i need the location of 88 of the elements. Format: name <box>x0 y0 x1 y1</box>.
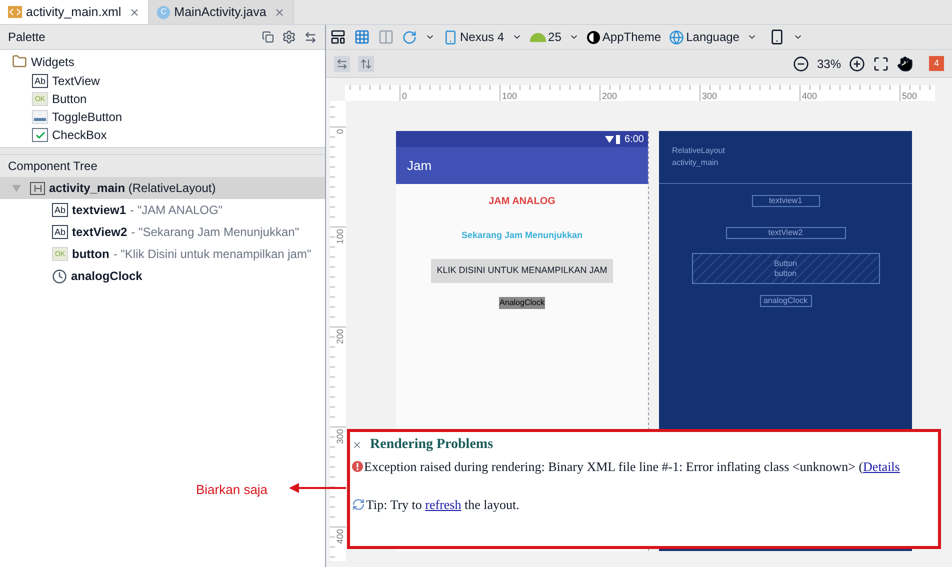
details-link[interactable]: Details <box>863 459 900 474</box>
status-time: 6:00 <box>624 132 644 146</box>
copy-icon[interactable] <box>262 31 274 43</box>
show-clock-button[interactable]: KLIK DISINI UNTUK MENAMPILKAN JAM <box>430 258 614 282</box>
app-bar: Jam <box>396 147 648 184</box>
blueprint-widget: analogClock <box>760 295 812 307</box>
device-dropdown[interactable]: Nexus 4 <box>460 28 504 46</box>
tree-item[interactable]: analogClock <box>0 265 325 287</box>
zoom-in-icon[interactable] <box>849 56 865 72</box>
folder-icon <box>12 54 27 69</box>
ruler-label: 100 <box>502 91 518 101</box>
api-dropdown[interactable]: 25 <box>548 28 562 46</box>
ruler-label: 0 <box>335 129 345 134</box>
blueprint-widget: textView2 <box>726 227 846 239</box>
tree-item[interactable]: activity_main (RelativeLayout) <box>0 177 325 199</box>
tab-label: MainActivity.java <box>174 4 266 21</box>
text-widget-icon: Ab <box>52 203 68 217</box>
ruler-label: 100 <box>335 229 345 244</box>
ruler-label: 200 <box>335 329 345 344</box>
checkbox-widget-icon <box>32 128 48 142</box>
language-dropdown[interactable]: Language <box>686 28 740 46</box>
close-icon[interactable] <box>274 6 286 18</box>
tree-detail: - "Sekarang Jam Menunjukkan" <box>131 224 300 241</box>
ruler-label: 400 <box>802 91 818 101</box>
text-widget-icon: Ab <box>52 225 68 239</box>
panel-title: Palette <box>8 29 46 46</box>
theme-dropdown[interactable]: AppTheme <box>602 28 662 46</box>
ruler-label: 200 <box>602 91 618 101</box>
clock-widget: AnalogClock <box>498 296 546 308</box>
blueprint-widget: textview1 <box>752 195 820 207</box>
heading-text: JAM ANALOG <box>488 195 556 209</box>
tree-label: button <box>72 246 110 263</box>
editor-tab[interactable]: C MainActivity.java <box>149 0 294 24</box>
tree-item[interactable]: Ab textView2 - "Sekarang Jam Menunjukkan" <box>0 221 325 243</box>
tree-detail: - "JAM ANALOG" <box>130 202 223 219</box>
blueprint-widget: Button button <box>692 253 880 284</box>
toggle-widget-icon <box>32 110 48 124</box>
ruler-label: 300 <box>335 429 345 444</box>
palette-group[interactable]: Widgets <box>0 51 325 72</box>
refresh-icon <box>352 498 365 511</box>
layout-icon[interactable] <box>330 29 346 45</box>
error-icon <box>352 461 363 472</box>
tree-item[interactable]: Ab textview1 - "JAM ANALOG" <box>0 199 325 221</box>
palette-item[interactable]: Ab TextView <box>0 72 325 90</box>
close-icon[interactable] <box>129 6 140 18</box>
ruler-label: 500 <box>902 91 918 101</box>
wifi-battery-icon <box>604 134 621 144</box>
palette-item[interactable]: ToggleButton <box>0 108 325 126</box>
tip-text: Tip: Try to refresh the layout. <box>366 496 520 514</box>
theme-icon[interactable] <box>587 30 600 44</box>
editor-tab[interactable]: activity_main.xml <box>0 0 150 24</box>
layout-name: RelativeLayout <box>672 145 726 157</box>
error-count-badge[interactable]: 4 <box>929 56 944 71</box>
ruler-label: 0 <box>402 91 408 101</box>
clock-icon <box>52 268 67 284</box>
error-message: Exception raised during rendering: Binary XML file line #-1: Error inflating class <unknown> (Details <box>364 458 900 476</box>
panel-heading: Rendering Problems <box>370 436 494 454</box>
phone-icon[interactable] <box>769 29 786 45</box>
rotate-icon[interactable] <box>402 30 417 44</box>
zoom-level: 33% <box>816 56 841 72</box>
pan-hand-icon[interactable] <box>897 56 913 72</box>
ruler-label: 300 <box>702 91 718 101</box>
tree-label: activity_main (RelativeLayout) <box>49 180 216 197</box>
panel-title: Component Tree <box>8 158 98 175</box>
close-icon[interactable] <box>352 440 362 450</box>
class-file-icon: C <box>157 6 170 18</box>
zoom-out-icon[interactable] <box>792 56 809 72</box>
annotation-text: Biarkan saja <box>196 481 268 499</box>
vertical-fit-icon[interactable] <box>358 56 374 72</box>
layout-id: activity_main <box>672 157 720 169</box>
xml-file-icon <box>8 6 22 18</box>
blueprint-icon[interactable] <box>354 29 370 45</box>
settings-icon[interactable] <box>282 30 296 44</box>
relative-layout-icon <box>30 182 45 194</box>
horizontal-fit-icon[interactable] <box>334 56 350 72</box>
tree-label: textView2 <box>72 224 128 241</box>
tree-detail: - "Klik Disini untuk menampilkan jam" <box>113 246 312 263</box>
subtitle-text: Sekarang Jam Menunjukkan <box>461 229 583 242</box>
globe-icon[interactable] <box>669 30 684 44</box>
tree-label: analogClock <box>71 268 142 285</box>
refresh-link[interactable]: refresh <box>425 496 462 512</box>
ruler-label: 400 <box>335 529 345 544</box>
text-widget-icon: Ab <box>32 74 48 88</box>
tab-label: activity_main.xml <box>26 4 122 21</box>
palette-item[interactable]: CheckBox <box>0 126 325 144</box>
collapse-icon[interactable] <box>304 30 317 44</box>
fit-screen-icon[interactable] <box>873 56 889 72</box>
tree-label: textview1 <box>72 202 126 219</box>
